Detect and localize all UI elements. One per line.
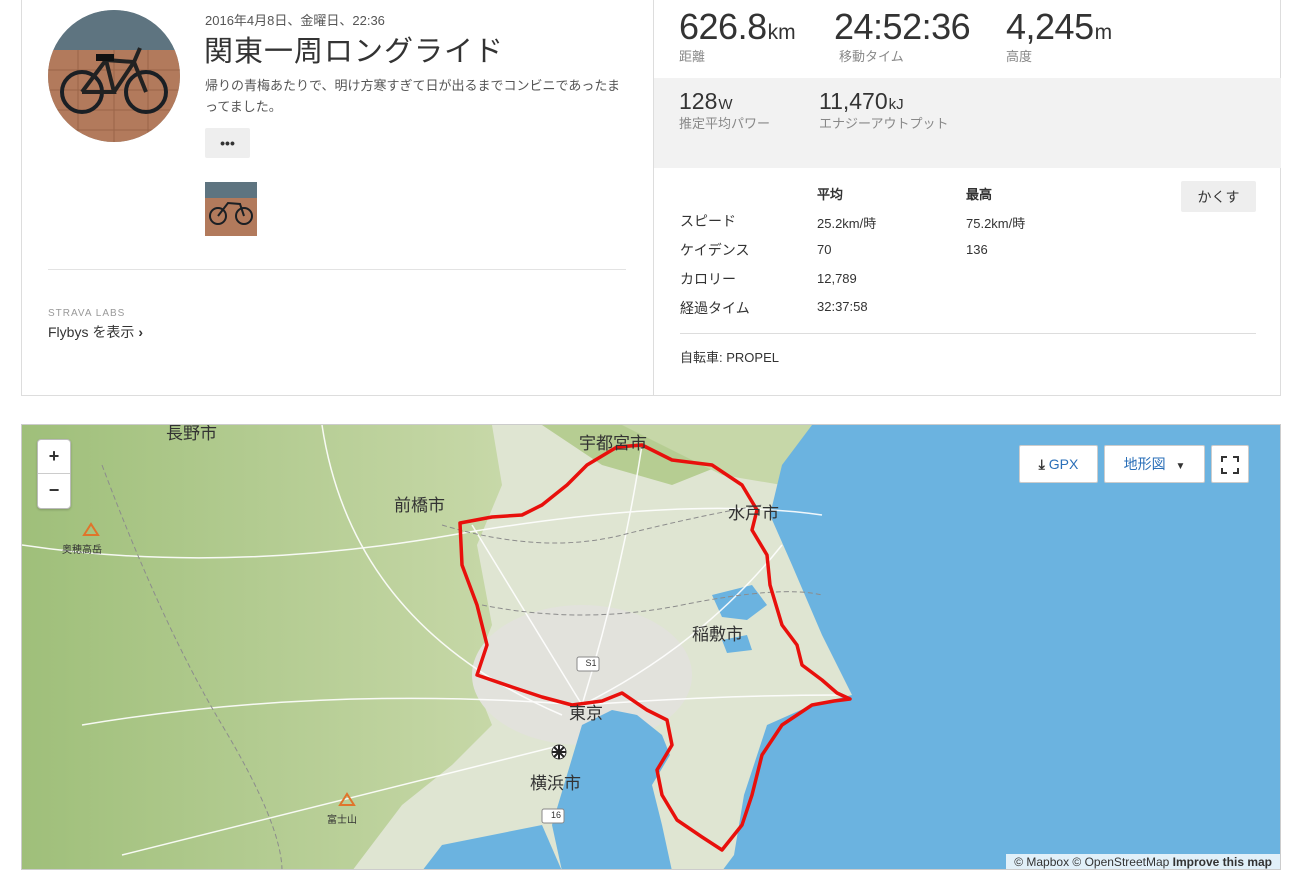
stat-unit: kJ bbox=[888, 96, 904, 113]
column-header-avg: 平均 bbox=[817, 187, 844, 202]
stat-value: 24:52:36 bbox=[834, 6, 971, 47]
activity-title[interactable]: 関東一周ロングライド bbox=[204, 28, 504, 70]
stat-value: 4,245 bbox=[1006, 6, 1094, 47]
row-label: カロリー bbox=[680, 271, 736, 287]
stat-power: 128W 推定平均パワー bbox=[679, 88, 770, 132]
stat-label: 推定平均パワー bbox=[679, 116, 771, 131]
stat-energy: 11,470kJ エナジーアウトプット bbox=[819, 88, 949, 132]
download-icon: ⤓ bbox=[1038, 456, 1045, 472]
map-type-label: 地形図 bbox=[1123, 456, 1166, 472]
row-avg: 32:37:58 bbox=[817, 299, 868, 314]
activity-summary: 2016年4月8日、金曜日、22:36 関東一周ロングライド 帰りの青梅あたりで… bbox=[22, 0, 653, 395]
row-label: スピード bbox=[680, 213, 736, 229]
stat-label: 高度 bbox=[1006, 49, 1033, 64]
road-shield-label: 16 bbox=[550, 810, 561, 820]
activity-date: 2016年4月8日、金曜日、22:36 bbox=[205, 13, 385, 28]
stat-label: 距離 bbox=[679, 49, 706, 64]
caret-down-icon: ▼ bbox=[1175, 461, 1186, 472]
stat-unit: km bbox=[767, 21, 796, 44]
gpx-download-button[interactable]: ⤓ GPX bbox=[1019, 445, 1098, 483]
zoom-in-button[interactable]: + bbox=[38, 440, 70, 474]
chevron-right-icon: › bbox=[138, 324, 144, 340]
stat-unit: m bbox=[1094, 21, 1113, 44]
row-max: 136 bbox=[966, 242, 988, 257]
more-button[interactable]: ••• bbox=[205, 128, 250, 158]
route-map[interactable]: 長野市 宇都宮市 前橋市 水戸市 稲敷市 東京 横浜市 奥穂高岳 富士山 S1 … bbox=[21, 424, 1281, 870]
bicycle-thumbnail-icon bbox=[205, 182, 257, 236]
stat-moving-time: 24:52:36 移動タイム bbox=[834, 6, 971, 65]
map-label: 富士山 bbox=[327, 815, 357, 826]
map-attribution: © Mapbox © OpenStreetMap Improve this ma… bbox=[1006, 854, 1280, 869]
stat-label: 移動タイム bbox=[839, 49, 904, 64]
gpx-label: GPX bbox=[1048, 456, 1079, 472]
map-canvas[interactable] bbox=[22, 425, 1281, 870]
start-finish-icon[interactable] bbox=[551, 744, 567, 760]
stat-label: エナジーアウトプット bbox=[819, 116, 949, 131]
map-label: 横浜市 bbox=[530, 774, 581, 793]
row-label: 経過タイム bbox=[680, 300, 750, 316]
divider bbox=[680, 333, 1256, 334]
row-avg: 12,789 bbox=[817, 271, 857, 286]
map-type-dropdown[interactable]: 地形図 ▼ bbox=[1104, 445, 1205, 483]
fullscreen-button[interactable] bbox=[1211, 445, 1249, 483]
zoom-out-button[interactable]: − bbox=[38, 474, 70, 507]
improve-map-link[interactable]: Improve this map bbox=[1173, 855, 1272, 869]
row-max: 75.2km/時 bbox=[966, 216, 1026, 231]
flybys-label: Flybys を表示 bbox=[48, 324, 135, 340]
stat-distance: 626.8km 距離 bbox=[679, 6, 796, 65]
row-label: ケイデンス bbox=[680, 242, 750, 258]
stat-value: 11,470 bbox=[819, 88, 888, 114]
map-label: 前橋市 bbox=[394, 496, 445, 515]
divider bbox=[48, 269, 626, 270]
map-label: 宇都宮市 bbox=[579, 434, 647, 453]
flybys-link[interactable]: Flybys を表示 › bbox=[48, 322, 143, 342]
map-label: 水戸市 bbox=[728, 504, 779, 523]
stat-elevation: 4,245m 高度 bbox=[1006, 6, 1112, 65]
map-label: 稲敷市 bbox=[692, 625, 743, 644]
strava-labs-label: STRAVA LABS bbox=[48, 308, 126, 319]
bike-name[interactable]: 自転車: PROPEL bbox=[680, 347, 779, 366]
stat-value: 128 bbox=[679, 88, 718, 114]
row-avg: 70 bbox=[817, 242, 832, 257]
map-label: 奥穂高岳 bbox=[62, 545, 102, 556]
zoom-control: + − bbox=[37, 439, 71, 509]
column-header-max: 最高 bbox=[966, 187, 993, 202]
row-avg: 25.2km/時 bbox=[817, 216, 877, 231]
bicycle-photo bbox=[48, 10, 180, 142]
fullscreen-icon bbox=[1221, 456, 1239, 474]
stat-value: 626.8 bbox=[679, 6, 767, 47]
activity-description: 帰りの青梅あたりで、明け方寒すぎて日が出るまでコンビニであったまってました。 bbox=[205, 78, 620, 114]
stat-unit: W bbox=[718, 96, 733, 113]
photo-thumbnail[interactable] bbox=[205, 182, 257, 236]
hide-button[interactable]: かくす bbox=[1181, 181, 1256, 212]
activity-stats: 626.8km 距離 24:52:36 移動タイム 4,245m 高度 128W… bbox=[653, 0, 1282, 395]
map-label: 東京 bbox=[569, 704, 603, 723]
attribution-text: © Mapbox © OpenStreetMap bbox=[1014, 855, 1170, 869]
map-label: 長野市 bbox=[166, 424, 217, 443]
road-shield-label: S1 bbox=[585, 658, 597, 668]
avatar[interactable] bbox=[48, 10, 180, 142]
activity-card: 2016年4月8日、金曜日、22:36 関東一周ロングライド 帰りの青梅あたりで… bbox=[21, 0, 1281, 396]
